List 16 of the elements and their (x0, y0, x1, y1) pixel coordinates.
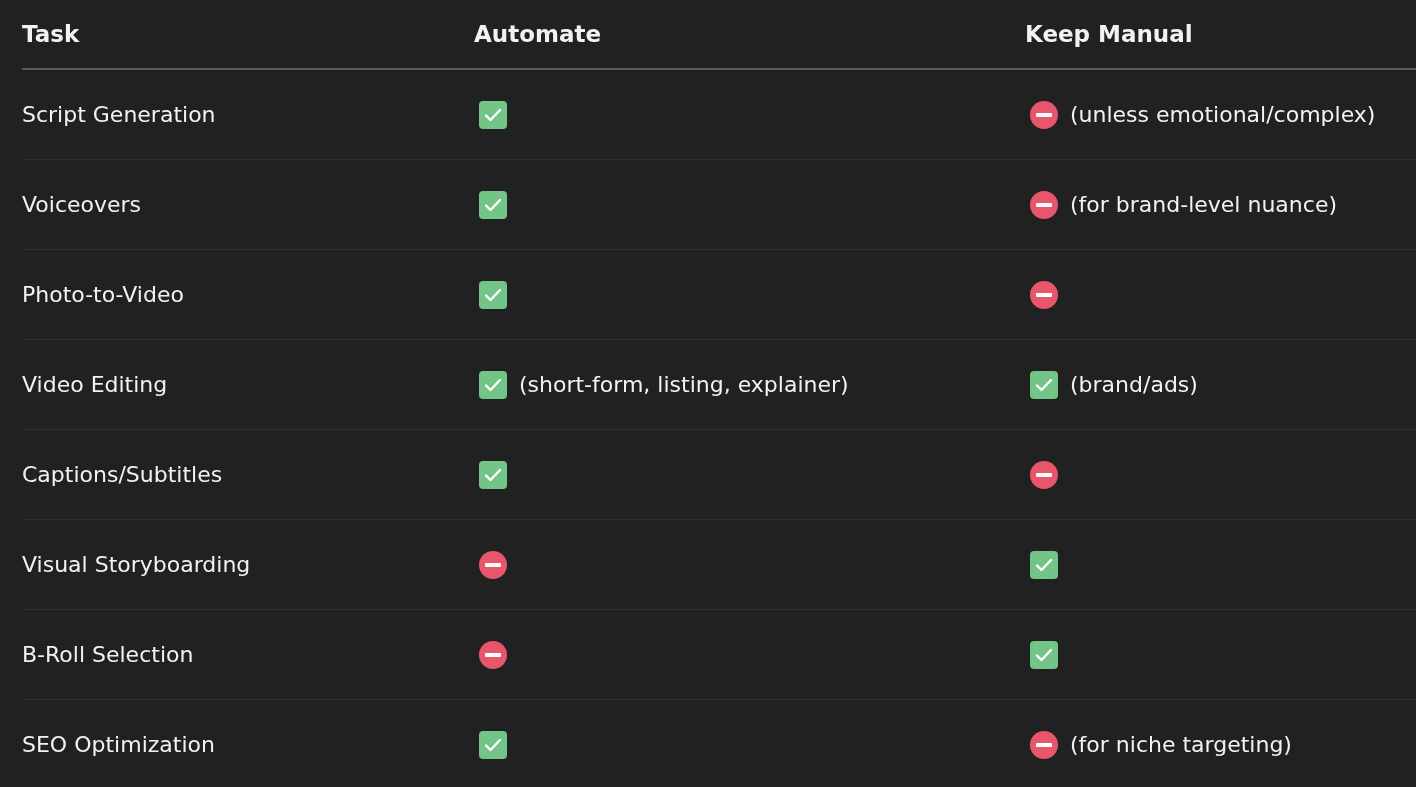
table-cell: (for niche targeting) (1070, 732, 1292, 757)
column-header: Keep Manual (1025, 21, 1193, 47)
table-cell: Script Generation (22, 102, 216, 127)
table-cell: Captions/Subtitles (22, 462, 223, 487)
table-cell: (unless emotional/complex) (1070, 102, 1376, 127)
table-cell: Voiceovers (22, 192, 142, 217)
table-cell: Video Editing (22, 372, 168, 397)
table-cell: (short-form, listing, explainer) (519, 372, 849, 397)
column-header: Automate (474, 21, 602, 47)
table-cell: SEO Optimization (22, 732, 215, 757)
table-cell: (for brand-level nuance) (1070, 192, 1337, 217)
table-cell: (brand/ads) (1070, 372, 1198, 397)
table-cell: B-Roll Selection (22, 642, 194, 667)
table-cell: Visual Storyboarding (22, 552, 251, 577)
table-cell: Photo-to-Video (22, 282, 184, 307)
column-header: Task (22, 21, 80, 47)
